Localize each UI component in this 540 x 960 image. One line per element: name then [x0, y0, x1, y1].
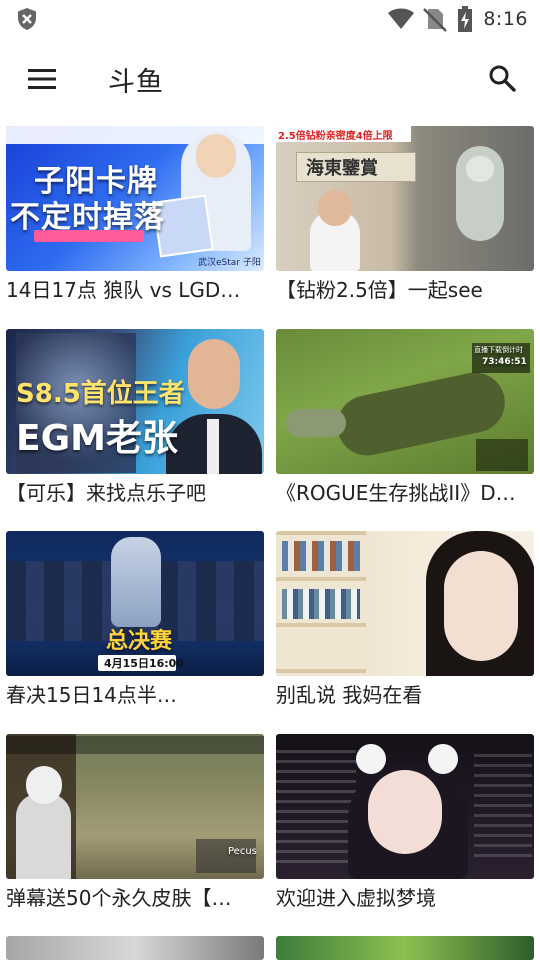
page-title: 斗鱼 — [108, 67, 164, 98]
stream-thumbnail — [276, 936, 534, 960]
menu-button[interactable] — [18, 59, 66, 99]
thumb-title-line2: EGM老张 — [16, 418, 178, 459]
stream-thumbnail: 总决赛 4月15日16:00 — [6, 531, 264, 676]
stream-thumbnail — [6, 936, 264, 960]
stream-card[interactable]: Pecus 弹幕送50个永久皮肤【… — [6, 734, 264, 924]
thumb-watermark: Pecus — [228, 846, 257, 857]
stream-card[interactable]: 2.5倍钻粉亲密度4倍上限 海東鑒賞 【钻粉2.5倍】一起see — [276, 126, 534, 316]
battery-charging-icon — [458, 6, 473, 32]
thumb-countdown: 73:46:51 — [482, 357, 527, 367]
app-bar: 斗鱼 — [0, 38, 540, 120]
stream-card[interactable]: 直播下载倒计时 73:46:51 《ROGUE生存挑战II》D… — [276, 329, 534, 519]
stream-card[interactable]: 别乱说 我妈在看 — [276, 531, 534, 721]
thumb-sign: 海東鑒賞 — [306, 158, 378, 179]
stream-thumbnail: 子阳卡牌 不定时掉落 武汉eStar 子阳 — [6, 126, 264, 271]
menu-icon — [28, 69, 56, 89]
stream-thumbnail — [276, 531, 534, 676]
stream-thumbnail — [276, 734, 534, 879]
stream-card[interactable] — [6, 936, 264, 960]
stream-caption: 弹幕送50个永久皮肤【… — [6, 886, 232, 910]
status-icons: 8:16 — [387, 6, 528, 32]
thumb-banner: 2.5倍钻粉亲密度4倍上限 — [278, 131, 393, 142]
stream-caption: 别乱说 我妈在看 — [276, 683, 423, 707]
stream-caption: 春决15日14点半… — [6, 683, 177, 707]
status-time: 8:16 — [483, 8, 528, 30]
stream-caption: 欢迎进入虚拟梦境 — [276, 886, 436, 910]
stream-thumbnail: S8.5首位王者 EGM老张 — [6, 329, 264, 474]
search-button[interactable] — [478, 56, 526, 100]
thumb-date: 4月15日16:00 — [104, 657, 184, 670]
stream-card[interactable]: 子阳卡牌 不定时掉落 武汉eStar 子阳 14日17点 狼队 vs LGD… — [6, 126, 264, 316]
wifi-icon — [388, 8, 415, 29]
stream-caption: 《ROGUE生存挑战II》D… — [276, 481, 516, 505]
thumb-countdown-label: 直播下载倒计时 — [474, 346, 523, 354]
stream-card[interactable]: 欢迎进入虚拟梦境 — [276, 734, 534, 924]
thumb-title: 总决赛 — [106, 629, 173, 654]
stream-thumbnail: 2.5倍钻粉亲密度4倍上限 海東鑒賞 — [276, 126, 534, 271]
stream-caption: 14日17点 狼队 vs LGD… — [6, 278, 241, 302]
status-bar: 8:16 — [0, 0, 540, 38]
stream-thumbnail: 直播下载倒计时 73:46:51 — [276, 329, 534, 474]
search-icon — [489, 65, 516, 92]
thumb-tag: 武汉eStar 子阳 — [198, 258, 261, 268]
stream-card[interactable]: 总决赛 4月15日16:00 春决15日14点半… — [6, 531, 264, 721]
no-sim-icon — [423, 8, 448, 32]
shield-icon — [18, 8, 36, 30]
stream-caption: 【可乐】来找点乐子吧 — [6, 481, 206, 505]
stream-card[interactable] — [276, 936, 534, 960]
stream-caption: 【钻粉2.5倍】一起see — [276, 278, 483, 302]
stream-card[interactable]: S8.5首位王者 EGM老张 【可乐】来找点乐子吧 — [6, 329, 264, 519]
thumb-title-line1: S8.5首位王者 — [16, 379, 185, 409]
stream-thumbnail: Pecus — [6, 734, 264, 879]
